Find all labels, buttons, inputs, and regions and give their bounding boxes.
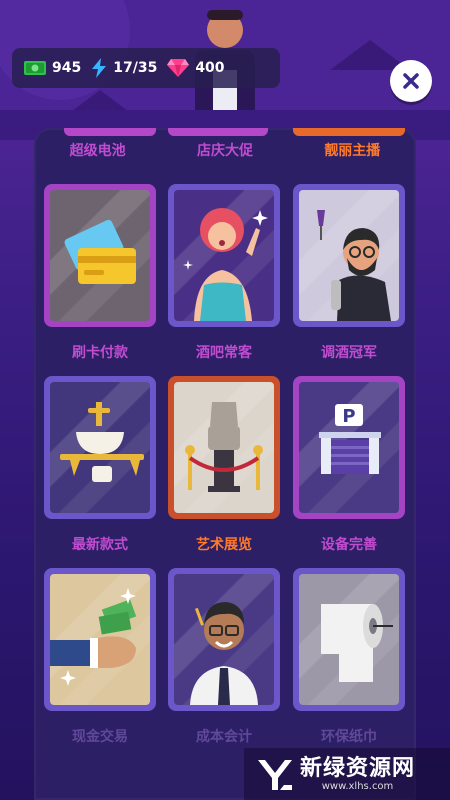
lightning-icon (92, 58, 107, 78)
gem-counter: 400 (167, 59, 225, 77)
resource-bar: 945 17/35 400 (12, 48, 280, 88)
card-tab-2 (168, 128, 268, 136)
accountant-icon (190, 602, 258, 705)
bar-regular-woman-icon (183, 208, 268, 321)
xl-logo-icon (258, 760, 292, 790)
close-icon (403, 73, 419, 89)
watermark-url: www.xlhs.com (321, 780, 394, 792)
toilet-paper-icon (321, 604, 393, 682)
cash-hand-icon (50, 588, 137, 686)
cash-icon (24, 61, 46, 75)
top-label-3[interactable]: 靓丽主播 (289, 140, 416, 160)
cash-counter: 945 (24, 60, 81, 76)
watermark: 新绿资源网 www.xlhs.com (244, 748, 450, 800)
parking-garage-icon: P (319, 404, 381, 474)
card-label-7: 现金交易 (72, 729, 128, 745)
svg-text:P: P (342, 406, 355, 427)
card-credit-card[interactable] (44, 184, 156, 327)
card-equipment[interactable]: P (293, 376, 405, 519)
card-label-9: 环保纸巾 (321, 729, 377, 745)
top-row-labels: 超级电池 店庆大促 靓丽主播 (34, 140, 416, 160)
card-sink[interactable] (44, 376, 156, 519)
art-statue-icon (185, 402, 263, 492)
card-label-5: 艺术展览 (196, 537, 252, 553)
card-art-exhibit[interactable] (168, 376, 280, 519)
card-label-4: 最新款式 (72, 537, 128, 553)
top-label-2[interactable]: 店庆大促 (161, 140, 288, 160)
card-label-8: 成本会计 (196, 729, 252, 745)
card-cost-accounting[interactable] (168, 568, 280, 711)
card-tab-1 (64, 128, 156, 136)
card-tab-3 (293, 128, 405, 136)
watermark-title: 新绿资源网 (300, 755, 416, 781)
card-bar-regular[interactable] (168, 184, 280, 327)
card-label-3: 调酒冠军 (321, 345, 377, 361)
gem-value: 400 (195, 60, 225, 76)
card-cash-deal[interactable] (44, 568, 156, 711)
card-eco-tissue[interactable] (293, 568, 405, 711)
cash-value: 945 (52, 60, 82, 76)
top-label-1[interactable]: 超级电池 (34, 140, 161, 160)
card-label-6: 设备完善 (321, 537, 377, 553)
gem-icon (167, 59, 190, 77)
card-label-2: 酒吧常客 (196, 345, 252, 361)
credit-card-icon (64, 219, 136, 284)
card-bartender-champion[interactable] (293, 184, 405, 327)
card-label-1: 刷卡付款 (72, 345, 128, 361)
energy-counter: 17/35 (91, 58, 157, 78)
bartender-champion-icon (317, 210, 391, 321)
close-button[interactable] (390, 60, 432, 102)
sink-icon (60, 402, 144, 482)
energy-value: 17/35 (113, 60, 158, 76)
